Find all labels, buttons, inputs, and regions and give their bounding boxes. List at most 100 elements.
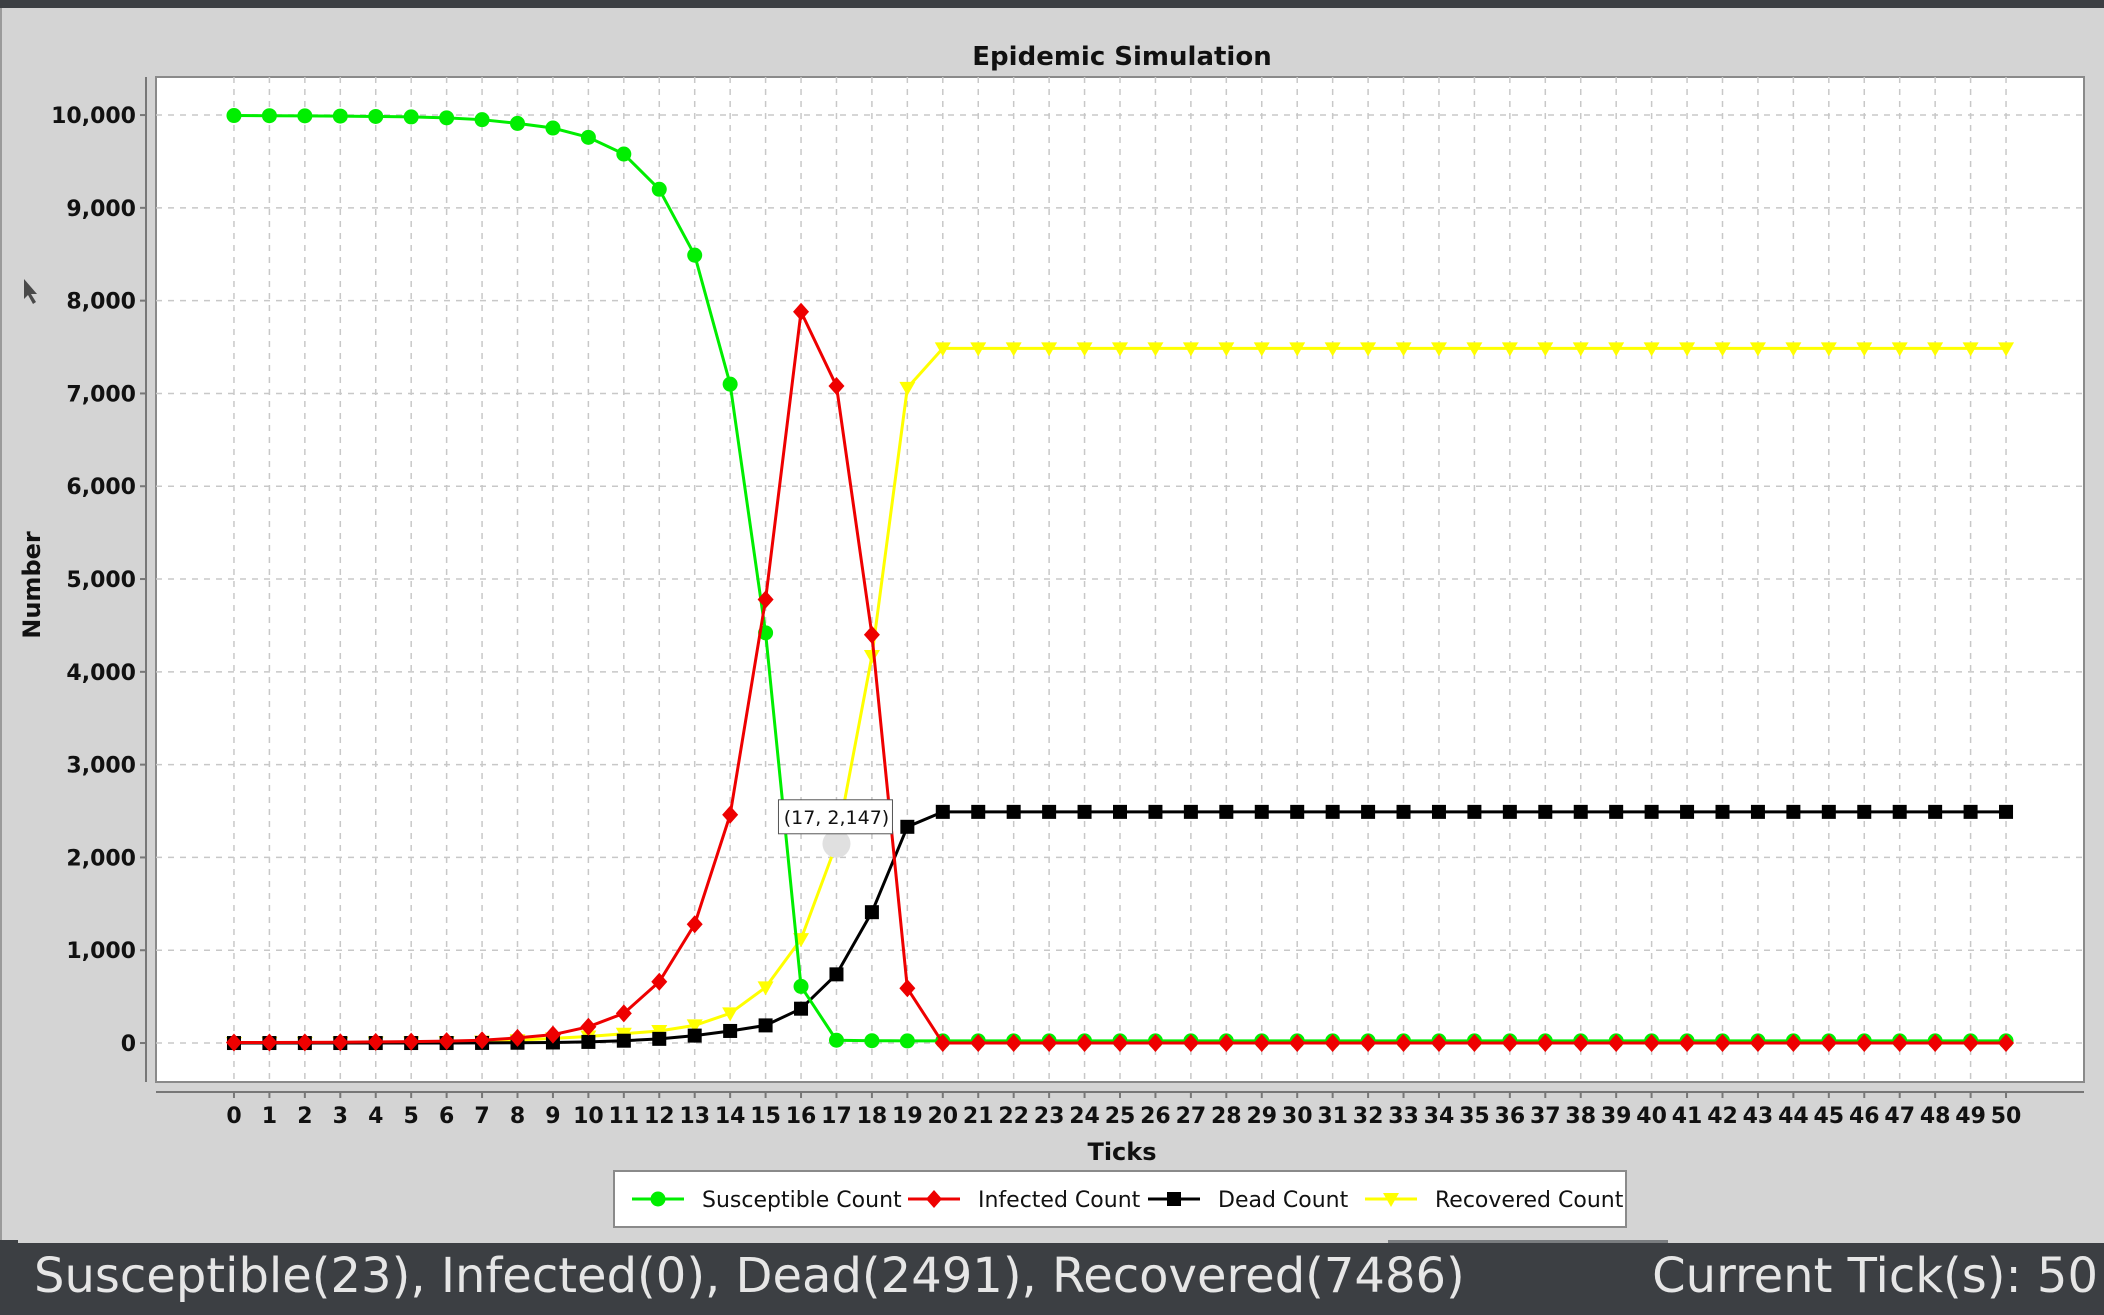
x-tick-label: 9 [545,1104,560,1129]
x-tick-label: 36 [1495,1104,1526,1129]
dead-count-point [581,1034,596,1049]
dead-count-point [1750,804,1765,819]
x-tick-label: 21 [963,1104,994,1129]
legend-label-susceptible-count: Susceptible Count [702,1188,902,1213]
susceptible-count-point [793,978,809,994]
x-tick-label: 17 [821,1104,852,1129]
dead-count-point [1148,804,1163,819]
x-tick-label: 32 [1353,1104,1384,1129]
dead-count-point [1077,804,1092,819]
dead-count-point [1928,804,1943,819]
y-tick-label: 4,000 [66,661,136,686]
x-tick-label: 37 [1530,1104,1561,1129]
x-tick-label: 22 [998,1104,1029,1129]
x-tick-label: 1 [262,1104,277,1129]
status-bar: Susceptible(23), Infected(0), Dead(2491)… [0,1240,2104,1315]
x-tick-label: 20 [927,1104,958,1129]
x-tick-label: 12 [644,1104,675,1129]
x-axis-ticks: 0 1 2 3 4 5 6 7 8 9 10 11 12 13 14 15 16 17 18 19 20 21 22 23 24… [226,1092,2021,1129]
chart-title: Epidemic Simulation [972,42,1271,72]
dead-count-point [616,1033,631,1048]
susceptible-count-point [616,146,632,162]
susceptible-count-point [580,129,596,145]
dead-count-point [1396,804,1411,819]
dead-count-point [900,819,915,834]
dead-count-point [864,905,879,920]
x-tick-label: 34 [1424,1104,1455,1129]
susceptible-count-point [261,108,277,124]
dead-count-point [1786,804,1801,819]
x-tick-label: 18 [857,1104,888,1129]
x-tick-label: 16 [786,1104,817,1129]
x-tick-label: 43 [1743,1104,1774,1129]
x-tick-label: 23 [1034,1104,1065,1129]
dead-count-point [758,1018,773,1033]
dead-count-point [1183,804,1198,819]
dead-count-point [1715,804,1730,819]
legend-label-infected-count: Infected Count [978,1188,1141,1213]
x-tick-label: 46 [1849,1104,1880,1129]
dead-count-point [1644,804,1659,819]
x-tick-label: 50 [1991,1104,2022,1129]
susceptible-count-point [864,1033,880,1049]
x-tick-label: 25 [1105,1104,1136,1129]
dead-count-point [935,804,950,819]
epidemic-chart[interactable]: 0 1,000 2,000 3,000 4,000 5,000 6,000 7,000 8,00… [0,8,2104,1240]
dead-count-point [1538,804,1553,819]
status-divider [18,1240,1388,1243]
dead-count-point [1680,804,1695,819]
x-tick-label: 30 [1282,1104,1313,1129]
susceptible-count-point [297,108,313,124]
dead-count-point [1999,804,2014,819]
x-tick-label: 4 [368,1104,383,1129]
y-tick-label: 7,000 [66,382,136,407]
x-tick-label: 7 [474,1104,489,1129]
mouse-cursor-icon [24,279,37,304]
x-axis-label: Ticks [1087,1138,1156,1166]
dead-count-point [1502,804,1517,819]
susceptible-count-point [368,108,384,124]
x-tick-label: 10 [573,1104,604,1129]
y-tick-label: 2,000 [66,846,136,871]
x-tick-label: 47 [1884,1104,1915,1129]
x-tick-label: 44 [1778,1104,1809,1129]
susceptible-count-point [828,1032,844,1048]
population-counts: Susceptible(23), Infected(0), Dead(2491)… [34,1248,1465,1304]
y-tick-label: 0 [121,1032,136,1057]
dead-count-point [1361,804,1376,819]
dead-count-point [1325,804,1340,819]
dead-count-point [1609,804,1624,819]
dead-count-point [1573,804,1588,819]
dead-count-point [1857,804,1872,819]
dead-count-point [1431,804,1446,819]
x-tick-label: 5 [404,1104,419,1129]
susceptible-count-point [403,109,419,125]
x-tick-label: 0 [226,1104,241,1129]
x-tick-label: 49 [1955,1104,1986,1129]
dead-count-point [1892,804,1907,819]
legend-label-recovered-count: Recovered Count [1435,1188,1624,1213]
x-tick-label: 45 [1814,1104,1845,1129]
dead-count-point [723,1023,738,1038]
x-tick-label: 24 [1069,1104,1100,1129]
x-tick-label: 39 [1601,1104,1632,1129]
dead-count-point [1290,804,1305,819]
y-tick-label: 3,000 [66,754,136,779]
y-tick-label: 8,000 [66,290,136,315]
x-tick-label: 14 [715,1104,746,1129]
legend-marker-dead-count [1167,1192,1181,1206]
dead-count-point [971,804,986,819]
dead-count-point [687,1028,702,1043]
y-tick-label: 6,000 [66,475,136,500]
x-tick-label: 38 [1565,1104,1596,1129]
x-tick-label: 35 [1459,1104,1490,1129]
susceptible-count-point [722,376,738,392]
legend: Susceptible Count Infected Count Dead Coun… [613,1170,1627,1228]
dead-count-point [1963,804,1978,819]
dead-count-point [829,967,844,982]
x-tick-label: 26 [1140,1104,1171,1129]
x-tick-label: 29 [1246,1104,1277,1129]
x-tick-label: 48 [1920,1104,1951,1129]
dead-count-point [794,1001,809,1016]
susceptible-count-point [439,110,455,126]
